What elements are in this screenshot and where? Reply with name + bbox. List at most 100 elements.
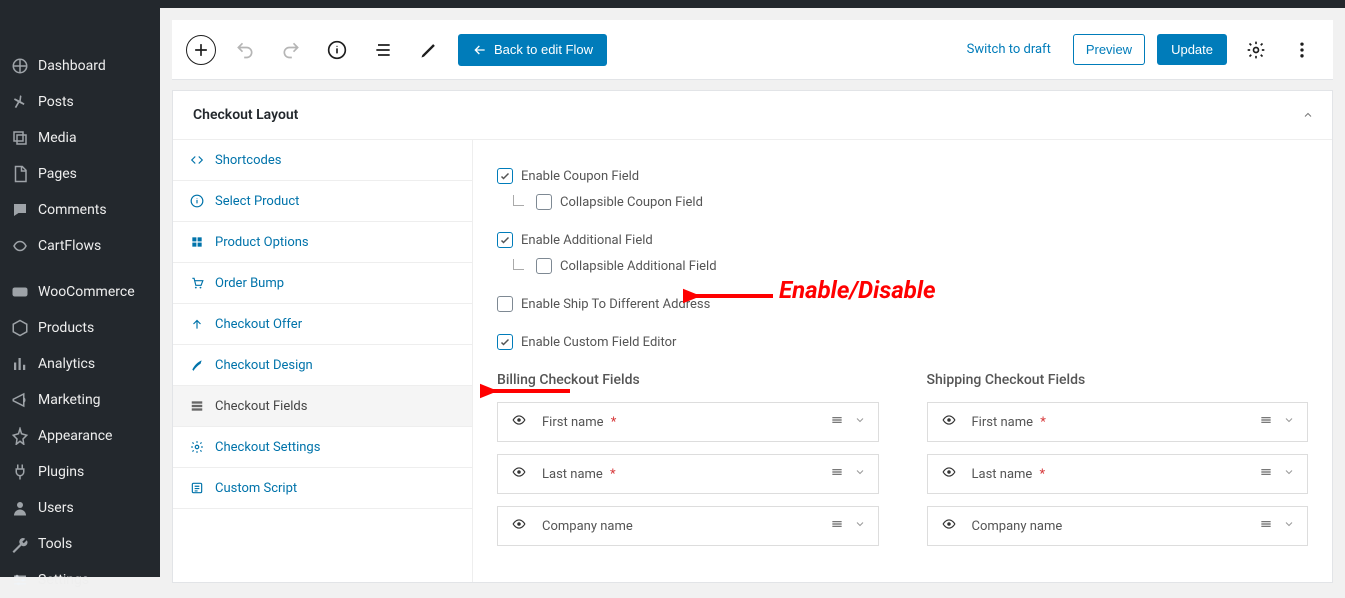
admin-menu-cartflows[interactable]: CartFlows xyxy=(0,228,160,264)
tools-icon xyxy=(10,534,30,554)
checkbox-icon xyxy=(497,296,513,312)
admin-menu-posts[interactable]: Posts xyxy=(0,84,160,120)
menu-label: Products xyxy=(38,320,94,336)
checkbox-icon xyxy=(536,258,552,274)
subnav-product-options[interactable]: Product Options xyxy=(173,222,472,263)
comment-icon xyxy=(10,200,30,220)
expand-icon[interactable] xyxy=(1283,466,1295,482)
expand-icon[interactable] xyxy=(1283,414,1295,430)
settings-gear-button[interactable] xyxy=(1239,33,1273,67)
subnav-order-bump[interactable]: Order Bump xyxy=(173,263,472,304)
admin-menu-products[interactable]: Products xyxy=(0,310,160,346)
subnav-checkout-offer[interactable]: Checkout Offer xyxy=(173,304,472,345)
content-area: Back to edit Flow Switch to draft Previe… xyxy=(160,8,1345,577)
visibility-icon[interactable] xyxy=(510,517,528,535)
admin-menu-media[interactable]: Media xyxy=(0,120,160,156)
drag-handle-icon[interactable] xyxy=(830,465,844,483)
checkbox-icon xyxy=(497,168,513,184)
subnav-icon xyxy=(189,357,205,373)
subnav-checkout-design[interactable]: Checkout Design xyxy=(173,345,472,386)
annotation-arrow-1 xyxy=(683,286,773,306)
subnav-select-product[interactable]: Select Product xyxy=(173,181,472,222)
admin-menu-plugins[interactable]: Plugins xyxy=(0,454,160,490)
subnav-checkout-settings[interactable]: Checkout Settings xyxy=(173,427,472,468)
admin-menu-dashboard[interactable]: Dashboard xyxy=(0,48,160,84)
visibility-icon[interactable] xyxy=(940,517,958,535)
expand-icon[interactable] xyxy=(854,466,866,482)
checkbox-icon xyxy=(497,334,513,350)
marketing-icon xyxy=(10,390,30,410)
drag-handle-icon[interactable] xyxy=(830,517,844,535)
field-row[interactable]: First name * xyxy=(497,402,879,442)
checkbox-label: Enable Coupon Field xyxy=(521,169,639,184)
annotation-arrow-2 xyxy=(480,381,570,401)
admin-menu-settings[interactable]: Settings xyxy=(0,562,160,598)
menu-label: Posts xyxy=(38,94,74,110)
admin-menu-tools[interactable]: Tools xyxy=(0,526,160,562)
expand-icon[interactable] xyxy=(854,518,866,534)
subnav-shortcodes[interactable]: Shortcodes xyxy=(173,140,472,181)
menu-label: Users xyxy=(38,500,74,516)
back-to-flow-button[interactable]: Back to edit Flow xyxy=(458,34,607,66)
undo-button[interactable] xyxy=(228,33,262,67)
switch-to-draft-link[interactable]: Switch to draft xyxy=(967,42,1051,57)
products-icon xyxy=(10,318,30,338)
checkout-layout-panel: Checkout Layout Shortcodes Select Product… xyxy=(172,90,1333,583)
panel-header[interactable]: Checkout Layout xyxy=(173,91,1332,140)
add-block-button[interactable] xyxy=(186,35,216,65)
field-label: Last name * xyxy=(972,467,1260,482)
more-options-button[interactable] xyxy=(1285,33,1319,67)
enable-custom-editor-row[interactable]: Enable Custom Field Editor xyxy=(497,334,1308,350)
field-row[interactable]: Company name xyxy=(497,506,879,546)
subnav-icon xyxy=(189,398,205,414)
update-button[interactable]: Update xyxy=(1157,34,1227,65)
field-label: First name * xyxy=(972,415,1260,430)
menu-label: Tools xyxy=(38,536,72,552)
field-row[interactable]: Last name * xyxy=(497,454,879,494)
drag-handle-icon[interactable] xyxy=(1259,413,1273,431)
subnav-label: Select Product xyxy=(215,194,299,209)
admin-menu-marketing[interactable]: Marketing xyxy=(0,382,160,418)
visibility-icon[interactable] xyxy=(940,413,958,431)
visibility-icon[interactable] xyxy=(510,413,528,431)
admin-menu-woocommerce[interactable]: WooCommerce xyxy=(0,274,160,310)
subnav-icon xyxy=(189,480,205,496)
admin-menu-pages[interactable]: Pages xyxy=(0,156,160,192)
menu-label: Appearance xyxy=(38,428,112,444)
field-row[interactable]: First name * xyxy=(927,402,1309,442)
preview-button[interactable]: Preview xyxy=(1073,34,1145,65)
menu-label: Analytics xyxy=(38,356,95,372)
admin-menu-analytics[interactable]: Analytics xyxy=(0,346,160,382)
admin-menu-users[interactable]: Users xyxy=(0,490,160,526)
info-button[interactable] xyxy=(320,33,354,67)
outline-button[interactable] xyxy=(366,33,400,67)
visibility-icon[interactable] xyxy=(940,465,958,483)
redo-button[interactable] xyxy=(274,33,308,67)
admin-sidebar: Dashboard Posts MediaPagesCommentsCartFlow… xyxy=(0,8,160,577)
admin-menu-appearance[interactable]: Appearance xyxy=(0,418,160,454)
field-row[interactable]: Last name * xyxy=(927,454,1309,494)
subnav-label: Checkout Offer xyxy=(215,317,302,332)
subnav-checkout-fields[interactable]: Checkout Fields xyxy=(173,386,472,427)
subnav-label: Custom Script xyxy=(215,481,297,496)
admin-menu-comments[interactable]: Comments xyxy=(0,192,160,228)
visibility-icon[interactable] xyxy=(510,465,528,483)
subnav-label: Checkout Settings xyxy=(215,440,320,455)
drag-handle-icon[interactable] xyxy=(1259,517,1273,535)
field-row[interactable]: Company name xyxy=(927,506,1309,546)
collapsible-additional-row[interactable]: Collapsible Additional Field xyxy=(513,258,1308,274)
expand-icon[interactable] xyxy=(854,414,866,430)
edit-button[interactable] xyxy=(412,33,446,67)
checkbox-label: Enable Custom Field Editor xyxy=(521,335,676,350)
menu-label: Plugins xyxy=(38,464,84,480)
enable-coupon-row[interactable]: Enable Coupon Field xyxy=(497,168,1308,184)
settings-pane: Enable Coupon Field Collapsible Coupon F… xyxy=(473,140,1332,582)
drag-handle-icon[interactable] xyxy=(830,413,844,431)
expand-icon[interactable] xyxy=(1283,518,1295,534)
enable-additional-row[interactable]: Enable Additional Field xyxy=(497,232,1308,248)
collapsible-coupon-row[interactable]: Collapsible Coupon Field xyxy=(513,194,1308,210)
subnav-custom-script[interactable]: Custom Script xyxy=(173,468,472,509)
subnav-icon xyxy=(189,316,205,332)
checkbox-label: Enable Additional Field xyxy=(521,233,653,248)
drag-handle-icon[interactable] xyxy=(1259,465,1273,483)
